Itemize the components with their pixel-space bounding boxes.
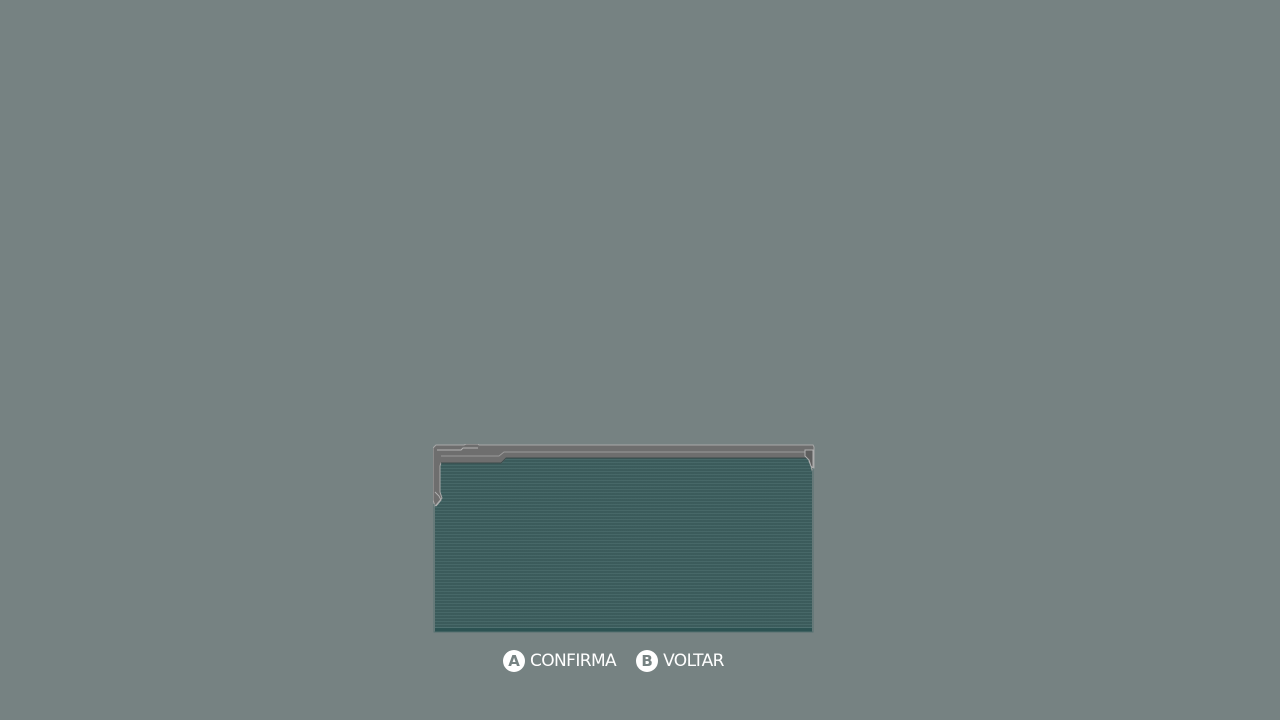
- confirm-prompt[interactable]: A CONFIRMA: [503, 650, 617, 672]
- confirm-label: CONFIRMA: [530, 651, 617, 671]
- back-label: VOLTAR: [663, 651, 724, 671]
- a-button-icon: A: [503, 650, 525, 672]
- dialog-panel: [433, 444, 815, 634]
- game-screen: A CONFIRMA B VOLTAR: [0, 0, 1280, 720]
- b-button-icon: B: [636, 650, 659, 672]
- button-prompts: A CONFIRMA B VOLTAR: [503, 649, 744, 673]
- back-prompt[interactable]: B VOLTAR: [636, 650, 724, 672]
- dialog-frame: [433, 444, 815, 633]
